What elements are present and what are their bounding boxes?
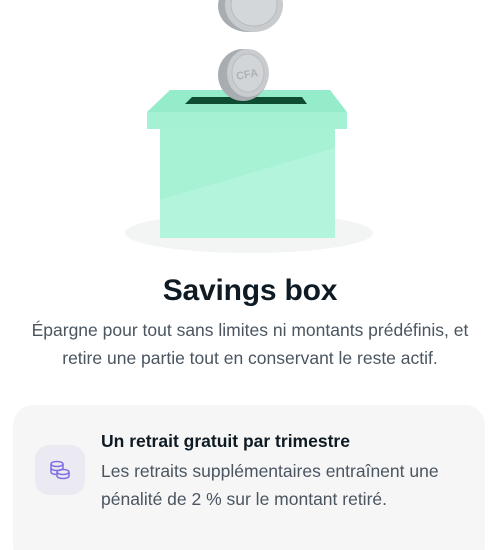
page-description: Épargne pour tout sans limites ni montan… bbox=[31, 320, 469, 368]
card-title: Un retrait gratuit par trimestre bbox=[101, 431, 350, 451]
card-description: Les retraits supplémentaires entraînent … bbox=[101, 461, 439, 509]
savings-box-illustration: CFA bbox=[125, 0, 373, 253]
falling-coin-icon bbox=[218, 0, 283, 32]
coins-stack-icon bbox=[50, 460, 70, 480]
savings-box-screen: CFA Savings box Épargne pour tout sans l… bbox=[0, 0, 500, 550]
page-title: Savings box bbox=[162, 274, 338, 307]
withdrawal-info-card: Un retrait gratuit par trimestre Les ret… bbox=[13, 405, 485, 550]
coins-icon-tile bbox=[35, 445, 85, 495]
box-rim bbox=[147, 112, 347, 129]
